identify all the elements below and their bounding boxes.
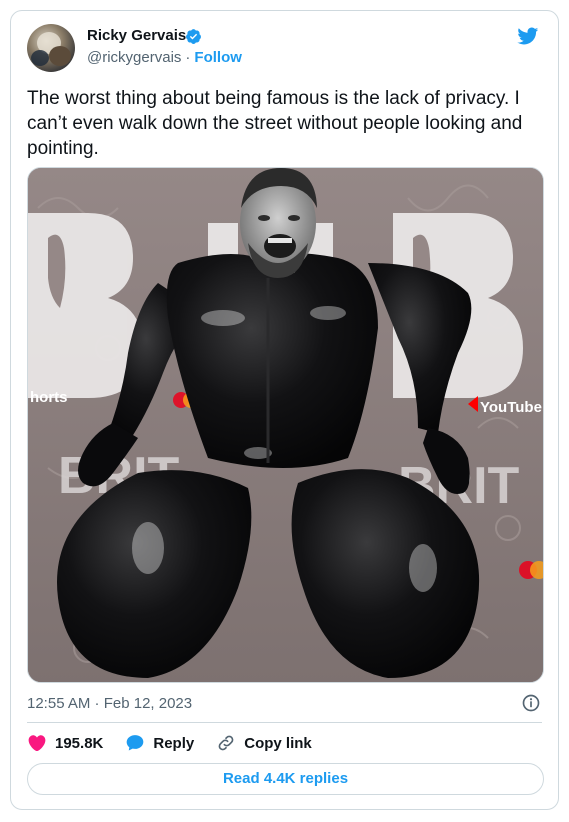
tweet-photo[interactable]: BRIT BRIT horts YouTube [27,167,544,683]
divider [27,722,542,723]
tweet-text: The worst thing about being famous is th… [27,88,523,159]
action-bar: 195.8K Reply Copy link [27,731,334,755]
like-button[interactable]: 195.8K [27,733,103,753]
photo-illustration: BRIT BRIT horts YouTube [28,168,543,682]
shorts-text: horts [30,389,68,406]
read-replies-button[interactable]: Read 4.4K replies [27,763,544,795]
reply-bubble-icon [127,735,144,751]
twitter-bird-icon[interactable] [515,25,540,47]
follow-link[interactable]: Follow [194,49,242,66]
handle[interactable]: @rickygervais [87,49,181,66]
copy-link-button[interactable]: Copy link [216,733,312,753]
tweet-timestamp[interactable]: 12:55 AM · Feb 12, 2023 [27,695,192,712]
display-name[interactable]: Ricky Gervais [87,27,186,44]
tweet-card: Ricky Gervais @rickygervais · Follow The w… [10,10,559,810]
verified-badge-icon [186,29,201,44]
info-icon[interactable] [521,693,541,713]
heart-icon [28,735,46,752]
mastercard-logo-right [519,561,543,579]
link-icon [218,735,234,751]
handle-row: @rickygervais · Follow [87,49,242,66]
avatar[interactable] [27,24,75,72]
reply-label: Reply [153,734,195,752]
like-count: 195.8K [55,734,104,752]
separator: · [185,49,191,66]
youtube-logo: YouTube [468,396,542,416]
copy-link-label: Copy link [244,734,312,752]
svg-text:YouTube: YouTube [480,399,542,416]
reply-button[interactable]: Reply [125,733,194,753]
